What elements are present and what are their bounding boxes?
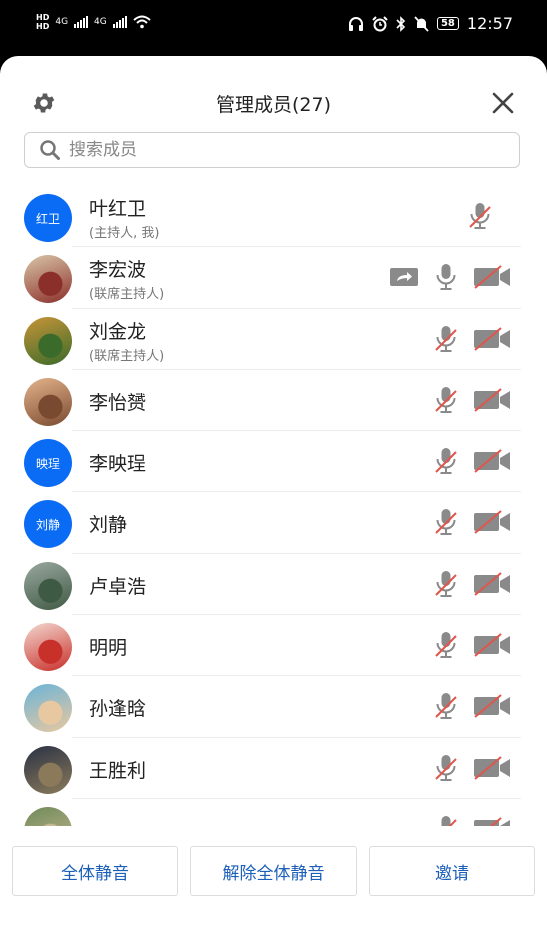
- camera-off-icon[interactable]: [473, 326, 511, 355]
- member-row[interactable]: 明明: [0, 615, 547, 677]
- clock: 12:57: [466, 14, 513, 33]
- camera-off-icon[interactable]: [473, 633, 511, 661]
- camera-off-icon[interactable]: [473, 694, 511, 722]
- avatar: 刘静: [24, 500, 72, 549]
- avatar: [24, 806, 72, 826]
- silent-icon: [414, 15, 429, 32]
- member-name: 卢卓浩: [89, 575, 147, 598]
- member-row[interactable]: [0, 799, 547, 826]
- avatar: [24, 623, 72, 672]
- search-input[interactable]: [67, 139, 491, 161]
- mic-muted-icon[interactable]: [433, 446, 459, 480]
- member-controls: [433, 386, 511, 418]
- mic-muted-icon[interactable]: [433, 630, 459, 664]
- member-controls: [433, 570, 511, 602]
- member-controls: [467, 202, 511, 234]
- member-name: 刘金龙: [89, 320, 147, 343]
- mic-icon[interactable]: [433, 262, 459, 296]
- close-icon[interactable]: [490, 90, 516, 116]
- member-row[interactable]: 孙逢晗: [0, 676, 547, 738]
- avatar: 红卫: [24, 194, 72, 242]
- member-controls: [433, 325, 511, 357]
- avatar: [24, 377, 72, 426]
- member-row[interactable]: 王胜利: [0, 738, 547, 799]
- member-row[interactable]: 李宏波 (联席主持人): [0, 247, 547, 309]
- member-controls: [389, 263, 511, 295]
- camera-off-icon[interactable]: [473, 817, 511, 826]
- camera-off-icon[interactable]: [473, 388, 511, 416]
- camera-off-icon[interactable]: [473, 572, 511, 600]
- camera-off-icon[interactable]: [473, 265, 511, 293]
- member-role: (主持人, 我): [89, 226, 160, 241]
- avatar: [24, 255, 72, 304]
- status-bar: HD HD 4G 4G 58 12:57: [0, 0, 547, 55]
- sheet-header: 管理成员(27): [0, 56, 547, 126]
- network-type-2: 4G: [94, 16, 107, 27]
- camera-off-icon[interactable]: [473, 755, 511, 784]
- unmute-all-button[interactable]: 解除全体静音: [190, 846, 357, 896]
- mic-muted-icon[interactable]: [433, 753, 459, 787]
- camera-off-icon[interactable]: [473, 510, 511, 538]
- avatar: [24, 684, 72, 733]
- alarm-icon: [372, 15, 388, 31]
- search-icon: [40, 140, 60, 160]
- member-controls: [433, 447, 511, 479]
- headphones-icon: [348, 16, 363, 31]
- mic-muted-icon[interactable]: [467, 201, 493, 235]
- member-name: 李映珵: [89, 453, 147, 476]
- mic-muted-icon[interactable]: [433, 814, 459, 826]
- hd-indicator: HD HD: [36, 13, 50, 31]
- avatar: [24, 745, 72, 794]
- invite-button[interactable]: 邀请: [369, 846, 535, 896]
- member-name: 叶红卫: [89, 198, 147, 220]
- mic-muted-icon[interactable]: [433, 569, 459, 603]
- member-row[interactable]: 刘金龙 (联席主持人): [0, 309, 547, 370]
- avatar: [24, 561, 72, 610]
- member-name: 明明: [89, 637, 128, 660]
- member-name: 李怡赟: [89, 391, 147, 414]
- mic-muted-icon[interactable]: [433, 385, 459, 419]
- signal-icon: [74, 16, 89, 28]
- member-controls: [433, 815, 511, 826]
- member-name: 孙逢晗: [89, 698, 147, 721]
- member-name: 王胜利: [89, 759, 147, 782]
- member-row[interactable]: 刘静 刘静: [0, 492, 547, 554]
- member-row[interactable]: 红卫 叶红卫 (主持人, 我): [0, 186, 547, 248]
- signal-icon-2: [112, 16, 127, 28]
- member-role: (联席主持人): [89, 348, 165, 364]
- manage-members-sheet: 管理成员(27) 红卫叶红卫 (主持人, 我) 李宏波 (联席主持人) 刘金龙 (联席主持…: [0, 56, 547, 938]
- member-controls: [433, 692, 511, 724]
- mic-muted-icon[interactable]: [433, 691, 459, 725]
- member-name: 刘静: [89, 514, 128, 537]
- camera-off-icon[interactable]: [473, 449, 511, 477]
- avatar: [24, 316, 72, 365]
- battery-indicator: 58: [436, 17, 459, 30]
- member-role: (联席主持人): [89, 287, 165, 303]
- member-row[interactable]: 李怡赟: [0, 370, 547, 432]
- search-box[interactable]: [24, 132, 520, 168]
- bottom-action-bar: 全体静音 解除全体静音 邀请: [0, 826, 547, 938]
- mic-muted-icon[interactable]: [433, 507, 459, 541]
- member-controls: [433, 508, 511, 540]
- mic-muted-icon[interactable]: [433, 324, 459, 358]
- avatar: 映珵: [24, 439, 72, 488]
- member-row[interactable]: 卢卓浩: [0, 554, 547, 616]
- screen-share-icon[interactable]: [389, 266, 419, 292]
- member-controls: [433, 631, 511, 663]
- wifi-icon: [133, 15, 151, 29]
- bluetooth-icon: [396, 15, 406, 32]
- mute-all-button[interactable]: 全体静音: [12, 846, 178, 896]
- member-name: 李宏波: [89, 259, 147, 282]
- network-type-1: 4G: [55, 16, 69, 27]
- member-controls: [433, 754, 511, 786]
- page-title: 管理成员(27): [215, 94, 331, 116]
- member-row[interactable]: 映珵 李映珵: [0, 431, 547, 493]
- member-list[interactable]: 红卫 叶红卫 (主持人, 我) 李宏波 (联席主持人) 刘金龙 (联席主持人) 李怡赟映珵 李映…: [0, 186, 547, 826]
